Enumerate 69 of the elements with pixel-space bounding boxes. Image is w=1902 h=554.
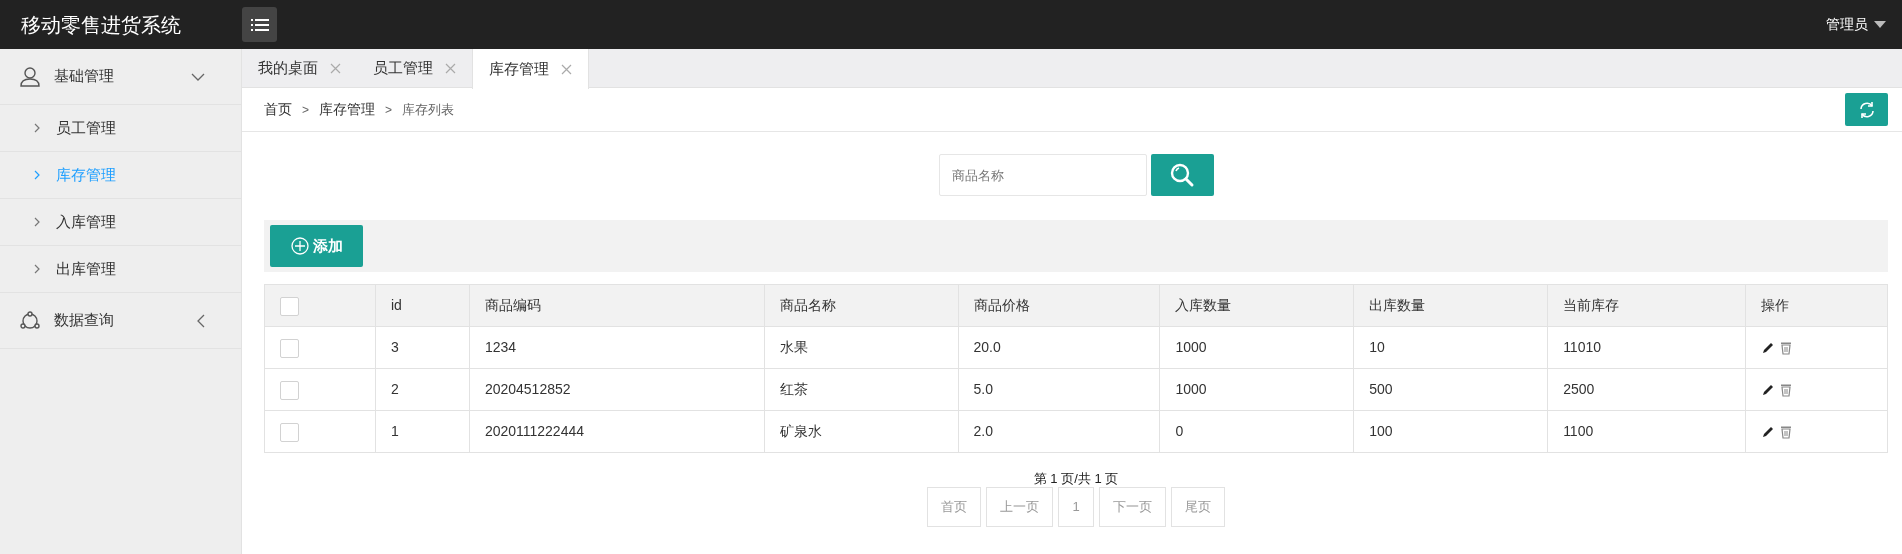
table-cell: 2500	[1547, 368, 1746, 411]
table-cell: 水果	[764, 326, 959, 369]
table-cell: 1	[375, 410, 470, 453]
breadcrumb-separator: >	[385, 101, 393, 119]
pencil-icon[interactable]	[1761, 425, 1775, 440]
sidebar-item[interactable]: 员工管理	[0, 105, 241, 152]
app-title: 移动零售进货系统	[20, 12, 182, 38]
plus-circle-icon	[290, 237, 309, 255]
search-icon	[1169, 162, 1195, 188]
chevron-right-icon	[34, 123, 40, 133]
column-header: 商品价格	[958, 284, 1160, 327]
table-cell: 3	[375, 326, 470, 369]
chevron-right-icon	[34, 217, 40, 227]
checkbox[interactable]	[280, 422, 299, 442]
tab[interactable]: 库存管理	[472, 49, 589, 89]
pencil-icon[interactable]	[1761, 383, 1775, 398]
search-button[interactable]	[1150, 154, 1214, 196]
column-header: id	[375, 284, 470, 327]
column-header: 商品编码	[469, 284, 765, 327]
menu-icon	[250, 17, 269, 32]
table-cell: 矿泉水	[764, 410, 959, 453]
menu-button[interactable]	[242, 7, 277, 42]
pencil-icon[interactable]	[1761, 341, 1775, 356]
user-menu[interactable]: 管理员	[1826, 14, 1868, 35]
refresh-icon	[1857, 100, 1876, 119]
table-cell: 5.0	[958, 368, 1160, 411]
sidebar-item[interactable]: 出库管理	[0, 246, 241, 293]
table-cell: 红茶	[764, 368, 959, 411]
column-header: 操作	[1745, 284, 1888, 327]
checkbox[interactable]	[280, 380, 299, 400]
network-icon	[20, 310, 40, 331]
breadcrumb-link[interactable]: 首页	[264, 99, 292, 120]
table-cell: 11010	[1547, 326, 1746, 369]
column-header: 商品名称	[764, 284, 959, 327]
table-cell: 1234	[469, 326, 765, 369]
table-cell: 500	[1353, 368, 1548, 411]
column-header: 入库数量	[1159, 284, 1354, 327]
page-info: 第 1 页/共 1 页	[1032, 471, 1120, 487]
tab[interactable]: 我的桌面	[242, 49, 357, 88]
breadcrumb-separator: >	[302, 101, 309, 119]
table-cell: 2	[375, 368, 470, 411]
breadcrumb-link[interactable]: 库存管理	[319, 99, 375, 120]
close-icon	[445, 63, 456, 74]
chevron-right-icon	[34, 264, 40, 274]
table-cell: 100	[1353, 410, 1548, 453]
table-cell: 20204512852	[469, 368, 765, 411]
checkbox[interactable]	[280, 338, 299, 358]
caret-icon	[1874, 21, 1886, 28]
table-cell: 20.0	[958, 326, 1160, 369]
table-cell: 1000	[1159, 326, 1354, 369]
table-cell: 0	[1159, 410, 1354, 453]
sidebar-item[interactable]: 入库管理	[0, 199, 241, 246]
chevron-right-icon	[34, 170, 40, 180]
table-cell: 1000	[1159, 368, 1354, 411]
table-cell: 1100	[1547, 410, 1746, 453]
table-cell: 2020111222444	[469, 410, 765, 453]
refresh-button[interactable]	[1845, 93, 1888, 126]
close-icon	[561, 63, 572, 75]
close-icon	[330, 63, 341, 74]
table-cell: 10	[1353, 326, 1548, 369]
checkbox[interactable]	[280, 296, 299, 316]
column-header: 当前库存	[1547, 284, 1746, 327]
user-icon	[20, 66, 40, 87]
tab[interactable]: 员工管理	[357, 49, 472, 88]
sidebar-group[interactable]: 数据查询	[0, 293, 241, 349]
search-field[interactable]: 商品名称	[938, 154, 1147, 196]
table-cell: 2.0	[958, 410, 1160, 453]
column-header: 出库数量	[1353, 284, 1548, 327]
sidebar-group[interactable]: 基础管理	[0, 49, 241, 105]
